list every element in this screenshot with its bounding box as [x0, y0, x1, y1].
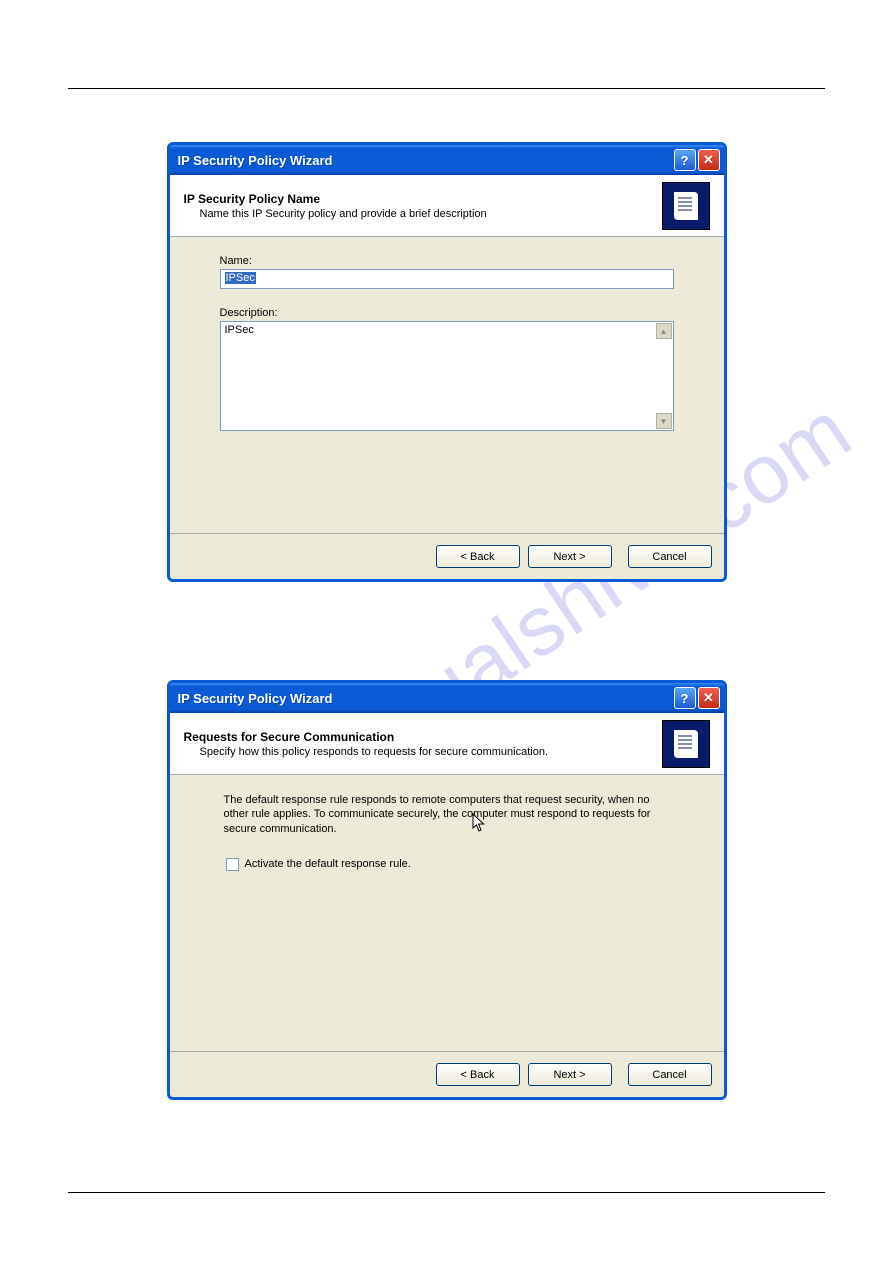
description-label: Description:: [220, 307, 674, 319]
help-button[interactable]: ?: [674, 687, 696, 709]
cursor-icon: [472, 813, 486, 833]
name-label: Name:: [220, 255, 674, 267]
button-bar: < Back Next > Cancel: [170, 533, 724, 579]
name-input[interactable]: IPSec: [220, 269, 674, 289]
wizard-title: Requests for Secure Communication: [184, 730, 662, 744]
explanation-text: The default response rule responds to re…: [220, 793, 674, 836]
wizard-subtitle: Specify how this policy responds to requ…: [184, 746, 662, 758]
cancel-button[interactable]: Cancel: [628, 1063, 712, 1086]
wizard-subtitle: Name this IP Security policy and provide…: [184, 208, 662, 220]
titlebar[interactable]: IP Security Policy Wizard ? ✕: [170, 145, 724, 175]
titlebar[interactable]: IP Security Policy Wizard ? ✕: [170, 683, 724, 713]
close-icon: ✕: [703, 690, 714, 706]
chevron-up-icon: ▲: [660, 327, 668, 336]
help-button[interactable]: ?: [674, 149, 696, 171]
close-button[interactable]: ✕: [698, 149, 720, 171]
next-button[interactable]: Next >: [528, 545, 612, 568]
close-button[interactable]: ✕: [698, 687, 720, 709]
next-button[interactable]: Next >: [528, 1063, 612, 1086]
ip-security-policy-wizard-dialog-name: IP Security Policy Wizard ? ✕ IP Securit…: [167, 142, 727, 582]
document-scroll-icon: [662, 182, 710, 230]
activate-default-response-rule-checkbox[interactable]: [226, 858, 239, 871]
ip-security-policy-wizard-dialog-requests: IP Security Policy Wizard ? ✕ Requests f…: [167, 680, 727, 1100]
document-divider-top: [68, 88, 825, 89]
close-icon: ✕: [703, 152, 714, 168]
scroll-down-button[interactable]: ▼: [656, 413, 672, 429]
back-button[interactable]: < Back: [436, 1063, 520, 1086]
window-title: IP Security Policy Wizard: [178, 153, 672, 168]
wizard-header: Requests for Secure Communication Specif…: [170, 713, 724, 775]
help-icon: ?: [681, 153, 689, 168]
description-textarea[interactable]: IPSec ▲ ▼: [220, 321, 674, 431]
window-title: IP Security Policy Wizard: [178, 691, 672, 706]
button-bar: < Back Next > Cancel: [170, 1051, 724, 1097]
scroll-up-button[interactable]: ▲: [656, 323, 672, 339]
chevron-down-icon: ▼: [660, 417, 668, 426]
help-icon: ?: [681, 691, 689, 706]
checkbox-label: Activate the default response rule.: [245, 858, 411, 870]
wizard-title: IP Security Policy Name: [184, 192, 662, 206]
document-scroll-icon: [662, 720, 710, 768]
document-divider-bottom: [68, 1192, 825, 1193]
back-button[interactable]: < Back: [436, 545, 520, 568]
cancel-button[interactable]: Cancel: [628, 545, 712, 568]
wizard-header: IP Security Policy Name Name this IP Sec…: [170, 175, 724, 237]
